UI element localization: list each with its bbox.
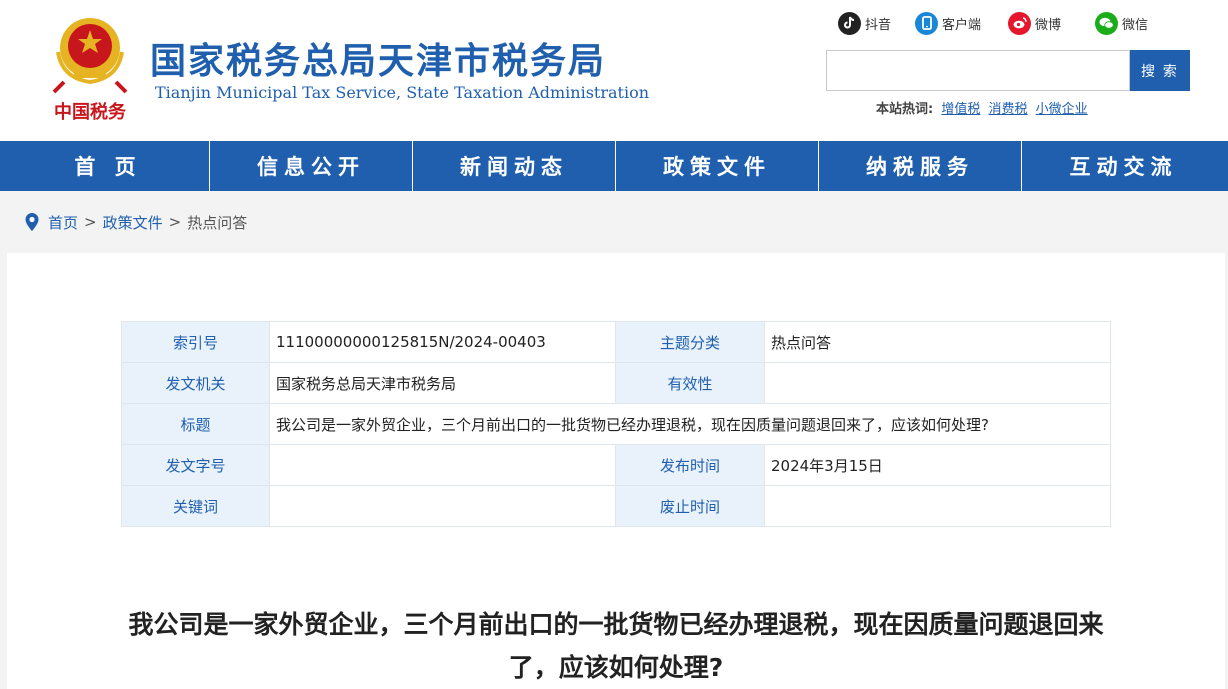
topic-label: 主题分类 (615, 321, 765, 363)
wechat-icon (1095, 11, 1118, 35)
social-links: 抖音 客户端 微博 微信 (838, 11, 1198, 35)
nav-interaction[interactable]: 互动交流 (1022, 141, 1225, 191)
docno-label: 发文字号 (121, 444, 270, 486)
keyword-value (269, 485, 616, 527)
topic-value: 热点问答 (764, 321, 1111, 363)
content-panel: 索引号 11100000000125815N/2024-00403 主题分类 热… (7, 253, 1225, 689)
hot-term-vat[interactable]: 增值税 (941, 102, 980, 117)
site-title[interactable]: 国家税务总局天津市税务局 (150, 32, 606, 84)
site-header: 中国税务 国家税务总局天津市税务局 Tianjin Municipal Tax … (0, 0, 1228, 141)
table-row: 标题 我公司是一家外贸企业，三个月前出口的一批货物已经办理退税，现在因质量问题退… (121, 403, 1111, 445)
nav-info-disclosure[interactable]: 信息公开 (210, 141, 413, 191)
hot-term-consumption-tax[interactable]: 消费税 (989, 102, 1028, 117)
nav-home[interactable]: 首 页 (7, 141, 210, 191)
search-button[interactable]: 搜 索 (1130, 50, 1190, 91)
client-link[interactable]: 客户端 (915, 11, 981, 35)
table-row: 索引号 11100000000125815N/2024-00403 主题分类 热… (121, 321, 1111, 363)
mobile-phone-icon (915, 11, 938, 35)
main-nav: 首 页 信息公开 新闻动态 政策文件 纳税服务 互动交流 (0, 141, 1228, 191)
douyin-label: 抖音 (865, 17, 892, 33)
client-label: 客户端 (942, 17, 982, 33)
expiry-value (764, 485, 1111, 527)
breadcrumb: 首页 > 政策文件 > 热点问答 (24, 211, 247, 233)
site-subtitle: Tianjin Municipal Tax Service, State Tax… (155, 83, 650, 102)
nav-news[interactable]: 新闻动态 (413, 141, 616, 191)
validity-label: 有效性 (615, 362, 765, 404)
table-row: 关键词 废止时间 (121, 485, 1111, 527)
hot-terms-label: 本站热词: (876, 102, 934, 117)
breadcrumb-current: 热点问答 (187, 213, 248, 232)
table-row: 发文机关 国家税务总局天津市税务局 有效性 (121, 362, 1111, 404)
title-label: 标题 (121, 403, 270, 445)
tax-emblem-logo[interactable]: 中国税务 (44, 12, 136, 124)
breadcrumb-separator: > (168, 213, 182, 231)
pubdate-label: 发布时间 (615, 444, 765, 486)
search-input[interactable] (826, 50, 1130, 91)
hot-term-small-enterprise[interactable]: 小微企业 (1036, 102, 1088, 117)
weibo-link[interactable]: 微博 (1008, 11, 1061, 35)
title-value: 我公司是一家外贸企业，三个月前出口的一批货物已经办理退税，现在因质量问题退回来了… (269, 403, 1111, 445)
logo-text: 中国税务 (54, 101, 127, 123)
nav-policy[interactable]: 政策文件 (616, 141, 819, 191)
expiry-label: 废止时间 (615, 485, 765, 527)
index-label: 索引号 (121, 321, 270, 363)
weibo-label: 微博 (1035, 17, 1062, 33)
wechat-link[interactable]: 微信 (1095, 11, 1148, 35)
docno-value (269, 444, 616, 486)
breadcrumb-policy[interactable]: 政策文件 (103, 212, 163, 233)
nav-tax-service[interactable]: 纳税服务 (819, 141, 1022, 191)
location-pin-icon (24, 212, 40, 232)
wechat-label: 微信 (1122, 17, 1149, 33)
document-meta-table: 索引号 11100000000125815N/2024-00403 主题分类 热… (121, 321, 1111, 527)
index-value: 11100000000125815N/2024-00403 (269, 321, 616, 363)
issuer-label: 发文机关 (121, 362, 270, 404)
hot-terms: 本站热词: 增值税 消费税 小微企业 (876, 98, 1088, 117)
validity-value (764, 362, 1111, 404)
breadcrumb-separator: > (84, 213, 97, 231)
keyword-label: 关键词 (121, 485, 270, 527)
table-row: 发文字号 发布时间 2024年3月15日 (121, 444, 1111, 486)
breadcrumb-home[interactable]: 首页 (48, 212, 78, 233)
douyin-link[interactable]: 抖音 (838, 11, 891, 35)
weibo-icon (1008, 11, 1031, 35)
issuer-value: 国家税务总局天津市税务局 (269, 362, 616, 404)
article-title: 我公司是一家外贸企业，三个月前出口的一批货物已经办理退税，现在因质量问题退回来了… (128, 610, 1104, 682)
pubdate-value: 2024年3月15日 (764, 444, 1111, 486)
douyin-icon (838, 11, 861, 35)
